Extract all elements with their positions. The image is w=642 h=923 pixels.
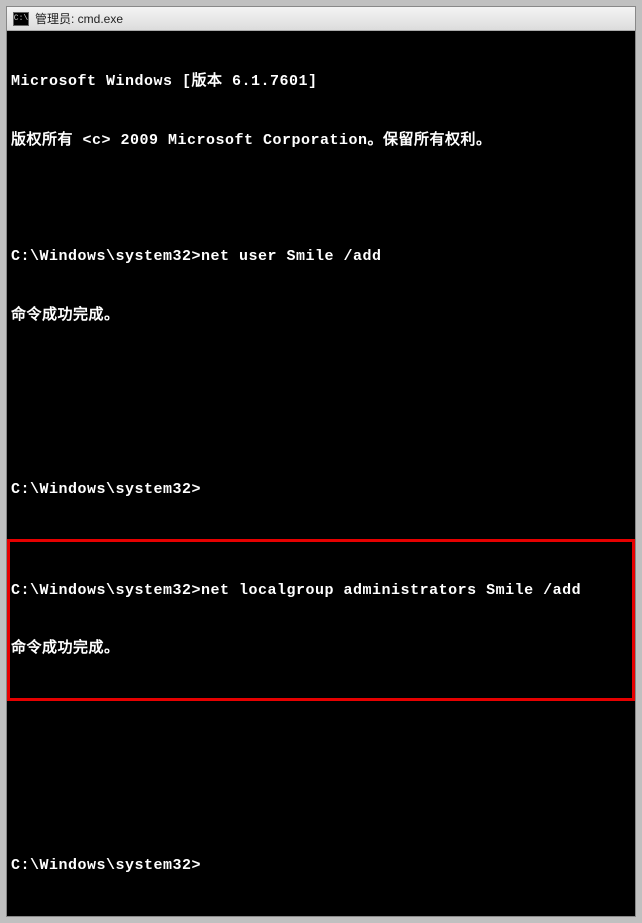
result-line-3: 命令成功完成。 <box>11 639 631 659</box>
prompt-line-1: C:\Windows\system32>net user Smile /add <box>11 247 631 267</box>
prompt-line-3: C:\Windows\system32>net localgroup admin… <box>11 581 631 601</box>
command-text: net localgroup administrators Smile /add <box>201 582 581 599</box>
blank-line <box>11 798 631 817</box>
version-line: Microsoft Windows [版本 6.1.7601] <box>11 72 631 92</box>
prompt-path: C:\Windows\system32> <box>11 857 201 874</box>
prompt-line-4: C:\Windows\system32> <box>11 856 631 876</box>
blank-line <box>11 189 631 208</box>
window-title: 管理员: cmd.exe <box>35 10 123 27</box>
prompt-path: C:\Windows\system32> <box>11 582 201 599</box>
cmd-icon: C:\ <box>13 12 29 26</box>
terminal-area[interactable]: Microsoft Windows [版本 6.1.7601] 版权所有 <c>… <box>7 31 635 916</box>
command-text: net user Smile /add <box>201 248 382 265</box>
cmd-window: C:\ 管理员: cmd.exe Microsoft Windows [版本 6… <box>6 6 636 917</box>
blank-line <box>11 422 631 441</box>
titlebar[interactable]: C:\ 管理员: cmd.exe <box>7 7 635 31</box>
cmd-icon-label: C:\ <box>14 14 28 23</box>
prompt-path: C:\Windows\system32> <box>11 248 201 265</box>
blank-line <box>11 364 631 383</box>
prompt-path: C:\Windows\system32> <box>11 481 201 498</box>
copyright-line: 版权所有 <c> 2009 Microsoft Corporation。保留所有… <box>11 131 631 151</box>
highlighted-command-block: C:\Windows\system32>net localgroup admin… <box>7 539 635 701</box>
prompt-line-2: C:\Windows\system32> <box>11 480 631 500</box>
result-line-1: 命令成功完成。 <box>11 306 631 326</box>
blank-line <box>11 740 631 759</box>
